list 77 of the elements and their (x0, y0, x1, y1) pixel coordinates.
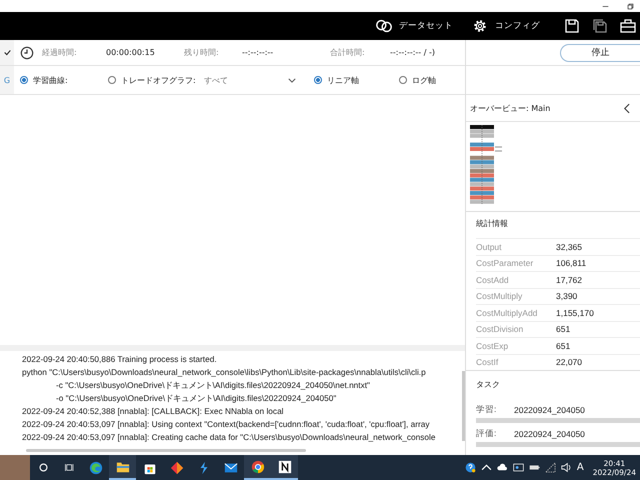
task-view-icon[interactable] (64, 462, 75, 473)
statistic-name: CostAdd (476, 274, 510, 285)
log-line: 2022-09-24 20:40:53,097 [nnabla]: Creating cache data for "C:\Users\busyo\Downloads\neural_network_console (22, 431, 436, 444)
n-app-icon[interactable] (278, 460, 292, 474)
radio-label[interactable]: トレードオフグラフ: (121, 74, 196, 86)
statistic-value: 17,762 (556, 274, 582, 285)
folder-icon[interactable] (116, 460, 130, 474)
total-label: 合計時間: (330, 47, 366, 58)
toolbar-label[interactable]: データセット (399, 20, 453, 32)
radio-button[interactable] (20, 76, 28, 84)
statistic-value: 22,070 (556, 357, 582, 368)
statistic-value: 651 (556, 340, 570, 351)
radio-label[interactable]: ログ軸 (412, 74, 436, 86)
radio-button[interactable] (314, 76, 322, 84)
radio-button[interactable] (399, 76, 407, 84)
elapsed-time: 00:00:00:15 (106, 48, 156, 57)
statistic-value: 1,155,170 (556, 308, 594, 318)
statistic-name: CostMultiplyAdd (476, 308, 538, 318)
total-time: --:--:--:-- / -) (390, 48, 435, 57)
log-line: -o "C:\Users\busyo\OneDrive\ドキュメント\AI\digits.files\20220924_204050" (55, 392, 338, 405)
edge-browser-icon[interactable] (88, 460, 102, 474)
overview-title: オーバービュー: Main (470, 102, 550, 114)
radio-label[interactable]: 学習曲線: (33, 74, 68, 86)
chevron-left-icon[interactable] (623, 102, 630, 114)
settings-icon[interactable] (471, 18, 489, 34)
help-icon[interactable] (464, 462, 476, 473)
radio-label[interactable]: リニア軸 (327, 74, 359, 86)
statistic-value: 3,390 (556, 291, 578, 302)
check-icon (4, 49, 10, 56)
task-name[interactable]: 20220924_204050 (514, 428, 585, 438)
diamond-icon[interactable] (170, 460, 184, 474)
task-label: 学習: (476, 404, 498, 416)
save-copy-icon[interactable] (592, 18, 608, 34)
statistic-name: CostMultiply (476, 291, 524, 302)
monitor-icon[interactable] (512, 462, 524, 473)
statistic-name: CostIf (476, 357, 500, 368)
log-line: 2022-09-24 20:40:50,886 Training process is started. (22, 353, 218, 366)
elapsed-label: 経過時間: (42, 47, 78, 58)
remaining-time: --:--:--:-- (242, 48, 274, 57)
search-circle-icon[interactable] (38, 462, 49, 473)
statistics-title: 統計情報 (476, 218, 509, 230)
log-line: -c "C:\Users\busyo\OneDrive\ドキュメント\AI\digits.files\20220924_204050\net.nntxt" (55, 379, 372, 392)
tasks-title: タスク (476, 379, 501, 391)
statistic-name: CostExp (476, 340, 510, 351)
stop-button[interactable]: 停止 (560, 44, 640, 62)
chrome-icon[interactable] (250, 460, 264, 474)
statistic-value: 651 (556, 324, 570, 334)
statistic-name: Output (476, 242, 503, 252)
radio-button[interactable] (108, 76, 116, 84)
horizontal-scrollbar[interactable] (26, 448, 306, 452)
save-icon[interactable] (564, 18, 580, 34)
link-icon[interactable] (375, 18, 393, 34)
statistic-value: 106,811 (556, 258, 586, 268)
chevron-up-icon[interactable] (480, 462, 492, 473)
task-label: 評価: (476, 428, 498, 440)
chevron-down-icon (288, 78, 296, 82)
speaker-icon[interactable] (560, 462, 572, 473)
remaining-label: 残り時間: (184, 47, 220, 58)
statistic-value: 32,365 (556, 242, 582, 252)
log-line: 2022-09-24 20:40:52,388 [nnabla]: [CALLBACK]: Exec NNabla on local (22, 405, 285, 418)
ime-indicator[interactable]: A (576, 462, 584, 473)
restore-icon[interactable] (627, 2, 634, 10)
cloud-icon[interactable] (496, 462, 508, 473)
task-name[interactable]: 20220924_204050 (514, 404, 585, 414)
toolbar-label[interactable]: コンフィグ (495, 20, 540, 32)
clock-icon (20, 46, 34, 60)
filter-dropdown[interactable]: すべて (204, 74, 296, 86)
log-line: 2022-09-24 20:40:53,097 [nnabla]: Using context "Context(backend=['cudnn:float', 'cuda:float', 'cpu:float'], array (22, 418, 431, 431)
statistic-name: CostParameter (476, 258, 534, 268)
toolbox-icon[interactable] (620, 18, 636, 34)
log-line: python "C:\Users\busyo\Downloads\neural_network_console\libs\Python\Lib\site-packages\nnabla\utils\cli\cli.p (22, 366, 427, 379)
mascot-image-placeholder (0, 455, 30, 480)
wifi-icon[interactable] (544, 462, 556, 473)
mail-icon[interactable] (224, 460, 238, 474)
statistic-name: CostDivision (476, 324, 524, 334)
vertical-scrollbar[interactable] (462, 371, 465, 441)
sidebar-letter: G (4, 76, 10, 84)
